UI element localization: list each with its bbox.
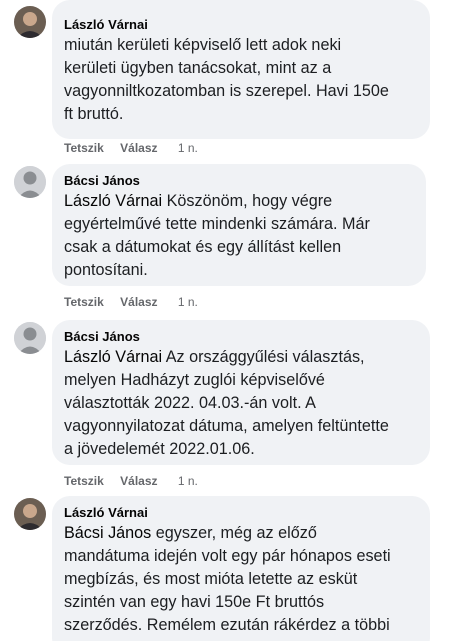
like-button[interactable]: Tetszik bbox=[64, 474, 104, 488]
comment-line-text: egyszer, még az előző bbox=[151, 524, 317, 542]
comment-line-text: Az országgyűlési választás, bbox=[162, 348, 365, 366]
comment-line: pontosítani. bbox=[64, 261, 148, 279]
comment-line: csak a dátumokat és egy állítást kellen bbox=[64, 238, 342, 256]
comment-bubble: Bácsi János László Várnai Az országgyűlé… bbox=[52, 320, 430, 465]
avatar[interactable] bbox=[14, 498, 46, 530]
comment-timestamp[interactable]: 1 n. bbox=[178, 295, 198, 309]
mention-link[interactable]: László Várnai bbox=[64, 192, 162, 210]
comment-actions: Tetszik Válasz 1 n. bbox=[64, 140, 211, 156]
comment-line: szerződés. Remélem ezután rákérdez a töb… bbox=[64, 616, 390, 634]
comment-thread: László Várnai miután kerületi képviselő … bbox=[0, 0, 452, 641]
mention-link[interactable]: Bácsi János bbox=[64, 524, 151, 542]
comment-author[interactable]: László Várnai bbox=[64, 16, 418, 33]
comment-line: vagyonniltkozatomban is szerepel. Havi 1… bbox=[64, 82, 389, 100]
mention-link[interactable]: László Várnai bbox=[64, 348, 162, 366]
comment-line: László Várnai Köszönöm, hogy végre bbox=[64, 190, 414, 213]
comment-text: miután kerületi képviselő lett adok neki… bbox=[64, 34, 418, 126]
comment-line: mandátuma idején volt egy pár hónapos es… bbox=[64, 547, 391, 565]
comment-bubble: László Várnai miután kerületi képviselő … bbox=[52, 0, 430, 139]
like-button[interactable]: Tetszik bbox=[64, 141, 104, 155]
comment-text: Bácsi János egyszer, még az előző mandát… bbox=[64, 522, 418, 637]
comment-line: ft bruttó. bbox=[64, 105, 124, 123]
comment-line: egyértelművé tette mindenki számára. Már bbox=[64, 215, 370, 233]
like-button[interactable]: Tetszik bbox=[64, 295, 104, 309]
avatar[interactable] bbox=[14, 166, 46, 198]
comment-author[interactable]: Bácsi János bbox=[64, 328, 418, 345]
comment-line: miután kerületi képviselő lett adok neki bbox=[64, 36, 342, 54]
comment-line: Bácsi János egyszer, még az előző bbox=[64, 522, 418, 545]
comment-line-text: Köszönöm, hogy végre bbox=[162, 192, 333, 210]
comment-line: szintén van egy havi 150e Ft bruttós bbox=[64, 593, 325, 611]
comment-actions: Tetszik Válasz 1 n. bbox=[64, 473, 211, 489]
avatar[interactable] bbox=[14, 6, 46, 38]
comment-line: megbízás, és most mióta letette az esküt bbox=[64, 570, 358, 588]
comment-line: a jövedelemét 2022.01.06. bbox=[64, 440, 255, 458]
reply-button[interactable]: Válasz bbox=[120, 474, 157, 488]
reply-button[interactable]: Válasz bbox=[120, 295, 157, 309]
comment-text: László Várnai Az országgyűlési választás… bbox=[64, 346, 418, 461]
comment-actions: Tetszik Válasz 1 n. bbox=[64, 294, 211, 310]
reply-button[interactable]: Válasz bbox=[120, 141, 157, 155]
comment-line: vagyonnyilatozat dátuma, amelyen feltünt… bbox=[64, 417, 389, 435]
avatar[interactable] bbox=[14, 322, 46, 354]
comment-line: László Várnai Az országgyűlési választás… bbox=[64, 346, 418, 369]
comment-text: László Várnai Köszönöm, hogy végre egyér… bbox=[64, 190, 414, 282]
comment-line: választották 2022. 04.03.-án volt. A bbox=[64, 394, 316, 412]
comment-timestamp[interactable]: 1 n. bbox=[178, 474, 198, 488]
comment-bubble: László Várnai Bácsi János egyszer, még a… bbox=[52, 496, 430, 641]
comment-bubble: Bácsi János László Várnai Köszönöm, hogy… bbox=[52, 164, 426, 286]
comment-author[interactable]: Bácsi János bbox=[64, 172, 414, 189]
comment-timestamp[interactable]: 1 n. bbox=[178, 141, 198, 155]
comment-line: melyen Hadházyt zuglói képviselővé bbox=[64, 371, 325, 389]
comment-line: kerületi ügyben tanácsokat, mint az a bbox=[64, 59, 332, 77]
comment-author[interactable]: László Várnai bbox=[64, 504, 418, 521]
